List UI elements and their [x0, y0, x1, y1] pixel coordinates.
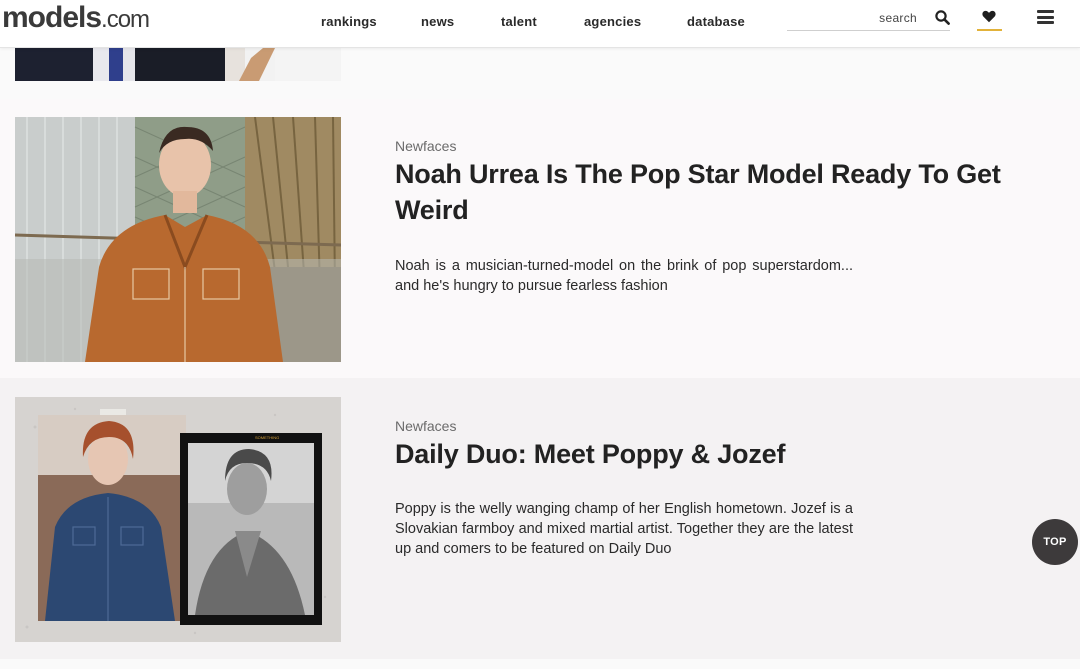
article-image-noah[interactable] [15, 117, 341, 362]
favorites-button[interactable] [977, 8, 1002, 31]
hamburger-menu-icon[interactable] [1037, 10, 1054, 24]
logo-word: models [2, 1, 102, 34]
back-to-top-button[interactable]: TOP [1032, 519, 1078, 565]
nav-news[interactable]: news [421, 14, 454, 29]
nav-rankings[interactable]: rankings [321, 14, 377, 29]
heart-icon [982, 10, 996, 23]
nav-database[interactable]: database [687, 14, 745, 29]
article-category[interactable]: Newfaces [395, 138, 456, 154]
search-input[interactable] [787, 6, 917, 30]
site-logo[interactable]: models.com [2, 1, 150, 35]
article-category[interactable]: Newfaces [395, 418, 456, 434]
logo-tld: .com [101, 6, 150, 33]
previous-article-fragment [0, 48, 1080, 99]
site-header: models.com rankings news talent agencies… [0, 0, 1080, 48]
article-image-poppy-jozef[interactable]: SOMETHING [15, 397, 341, 642]
article-summary: Noah is a musician-turned-model on the b… [395, 258, 853, 294]
search-bar [787, 6, 950, 31]
article-card: SOMETHING Newfaces Daily Duo: Meet Poppy… [0, 378, 1080, 659]
article-card: Newfaces Noah Urrea Is The Pop Star Mode… [0, 99, 1080, 378]
svg-text:SOMETHING: SOMETHING [255, 435, 279, 440]
nav-talent[interactable]: talent [501, 14, 537, 29]
article-headline[interactable]: Noah Urrea Is The Pop Star Model Ready T… [395, 156, 1015, 228]
article-headline[interactable]: Daily Duo: Meet Poppy & Jozef [395, 436, 1015, 472]
previous-article-image[interactable] [15, 48, 341, 81]
nav-agencies[interactable]: agencies [584, 14, 641, 29]
search-icon[interactable] [935, 10, 950, 25]
page-bottom-strip [0, 659, 1080, 669]
article-summary: Poppy is the welly wanging champ of her … [395, 501, 853, 557]
